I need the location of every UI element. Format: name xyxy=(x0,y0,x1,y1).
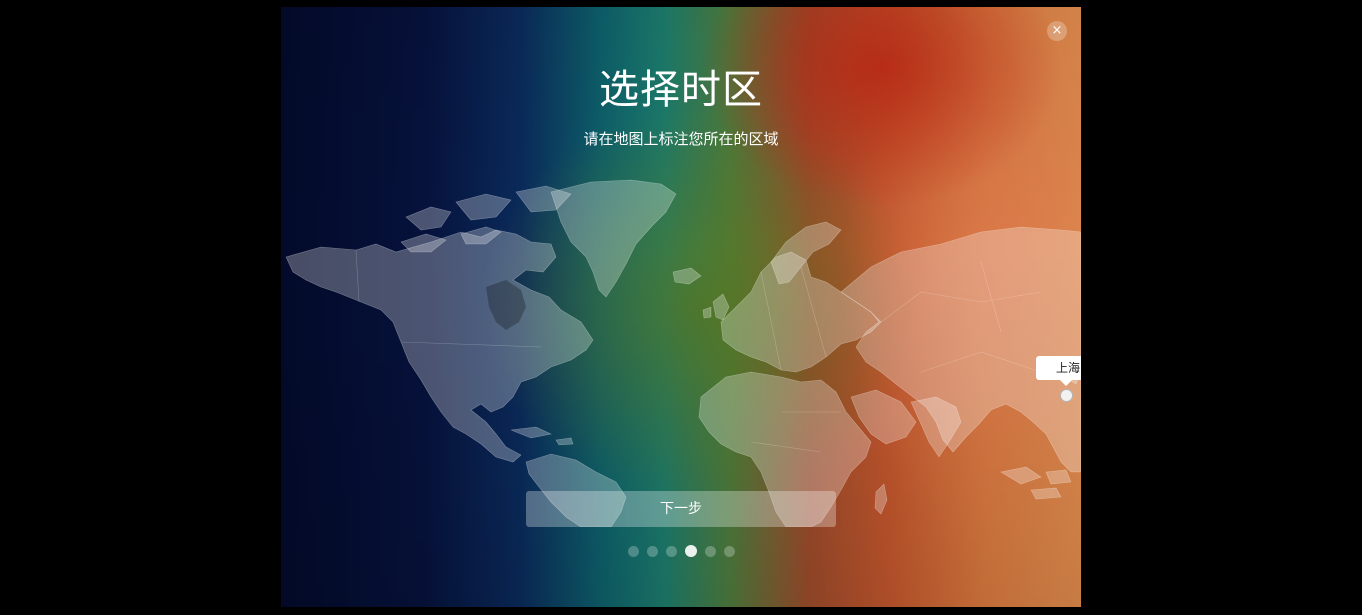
world-map[interactable] xyxy=(281,172,1081,527)
map-caribbean[interactable] xyxy=(510,426,574,446)
installer-window: × 选择时区 请在地图上标注您所在的区域 上海 下一步 xyxy=(281,7,1081,607)
step-dot-2 xyxy=(646,545,658,557)
step-dot-3 xyxy=(665,545,677,557)
map-europe[interactable] xyxy=(720,251,882,373)
map-british-isles[interactable] xyxy=(702,293,730,321)
page-title: 选择时区 xyxy=(599,67,763,113)
map-se-asia-islands[interactable] xyxy=(1000,466,1072,500)
next-button[interactable]: 下一步 xyxy=(526,491,836,527)
step-dot-6 xyxy=(723,545,735,557)
map-madagascar[interactable] xyxy=(874,483,888,515)
step-indicator xyxy=(281,545,1081,557)
map-arctic-islands[interactable] xyxy=(400,185,572,253)
step-dot-4 xyxy=(684,545,697,557)
page-subtitle: 请在地图上标注您所在的区域 xyxy=(583,130,779,148)
step-dot-1 xyxy=(627,545,639,557)
map-north-america[interactable] xyxy=(285,229,594,463)
location-pin-icon[interactable] xyxy=(1060,389,1073,402)
close-button[interactable]: × xyxy=(1047,21,1067,41)
city-tooltip: 上海 xyxy=(1036,356,1081,380)
close-icon: × xyxy=(1051,23,1063,38)
step-dot-5 xyxy=(704,545,716,557)
map-iceland[interactable] xyxy=(672,267,702,285)
tooltip-arrow-icon xyxy=(1060,380,1072,386)
map-greenland[interactable] xyxy=(550,179,677,298)
